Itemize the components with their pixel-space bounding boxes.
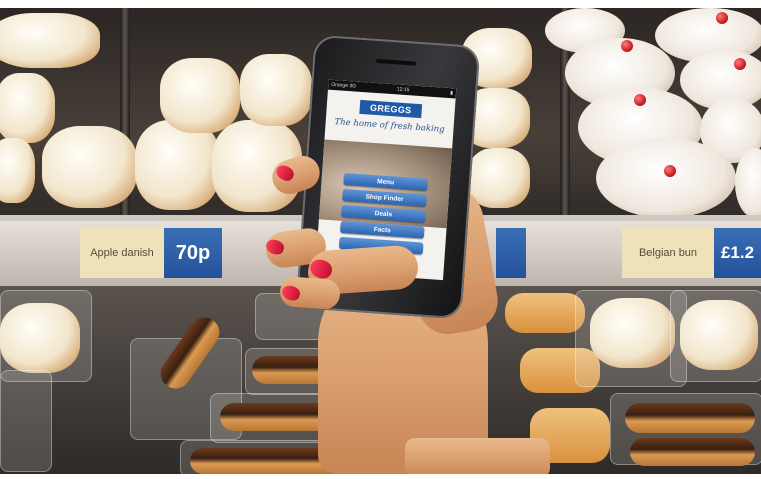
deals-button[interactable]: Deals: [341, 204, 426, 223]
price-middle: [496, 228, 526, 278]
cherry: [716, 12, 728, 24]
iced-pastry: [42, 126, 137, 208]
cherry: [664, 165, 676, 177]
cherry: [634, 94, 646, 106]
phone-speaker: [375, 58, 417, 66]
iced-pastry: [160, 58, 240, 133]
belgian-bun: [596, 138, 736, 218]
status-bar: Orange 3G 12:15 ▮: [327, 79, 457, 99]
eclair: [625, 403, 755, 433]
iced-pastry: [0, 138, 35, 203]
iced-pastry: [0, 73, 55, 143]
price-left: 70p: [164, 228, 222, 278]
app-menu: Menu Shop Finder Deals Facts: [338, 172, 428, 255]
clock-label: 12:15: [396, 86, 410, 94]
app-tagline: The home of fresh baking: [334, 117, 445, 135]
facts-button[interactable]: Facts: [339, 220, 425, 239]
greggs-logo: GREGGS: [359, 99, 423, 119]
iced-pastry: [240, 54, 312, 126]
bakery-photo: Apple danish 70p Belgian bun £1.2 Orange…: [0, 8, 761, 474]
battery-icon: ▮: [450, 90, 454, 97]
iced-pastry: [135, 120, 220, 210]
iced-pastry: [680, 300, 758, 370]
iced-pastry: [590, 298, 675, 368]
iced-pastry: [0, 303, 80, 373]
carrier-label: Orange 3G: [331, 81, 357, 90]
price-right: £1.2: [714, 228, 761, 278]
eclair: [505, 293, 585, 333]
iced-pastry: [468, 148, 530, 208]
shop-finder-button[interactable]: Shop Finder: [342, 188, 427, 207]
eclair: [630, 438, 755, 466]
cherry: [734, 58, 746, 70]
wrist: [405, 438, 550, 474]
shelf-tag-left: Apple danish: [80, 228, 164, 278]
cherry: [621, 40, 633, 52]
packaged-pastry: [0, 370, 52, 472]
shelf-tag-right: Belgian bun: [622, 228, 714, 278]
iced-pastry: [0, 13, 100, 68]
